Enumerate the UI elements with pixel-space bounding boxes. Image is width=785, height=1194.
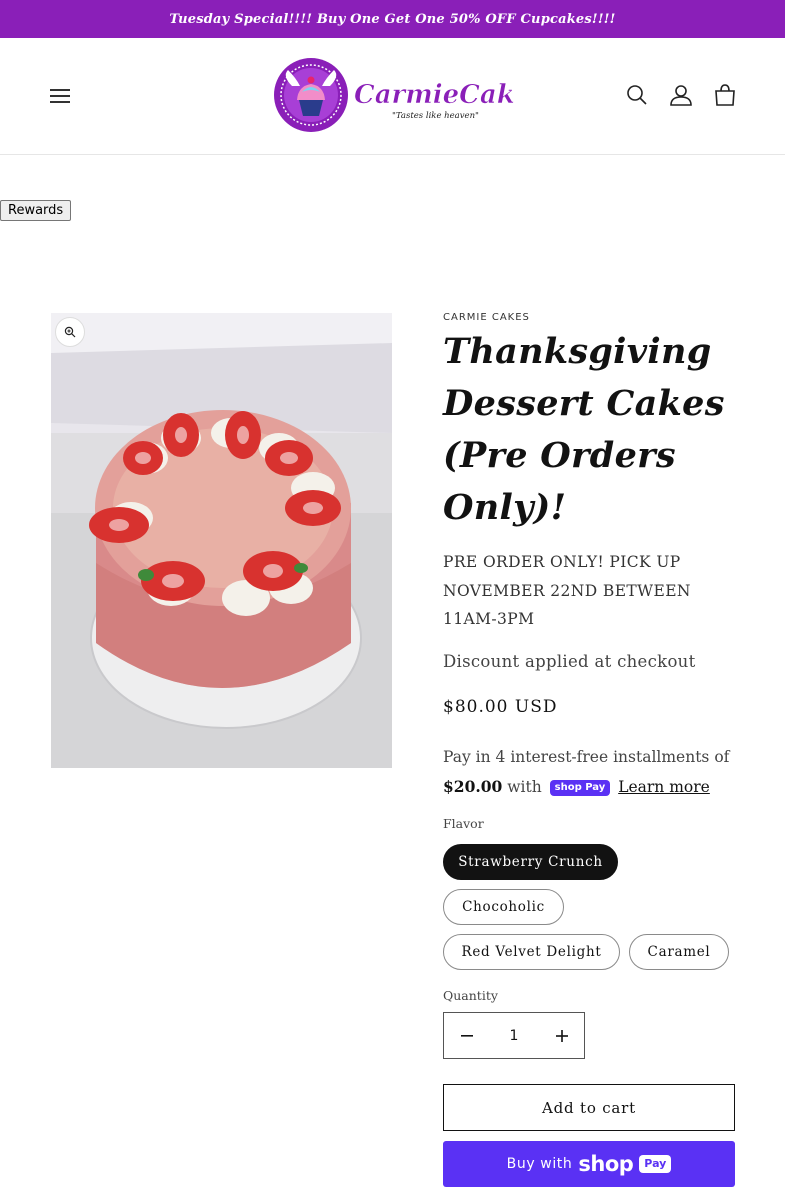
shoppay-badge: shop Pay [549, 780, 611, 796]
installment-amount: $20.00 [443, 777, 503, 796]
announcement-text: Tuesday Special!!!! Buy One Get One 50% … [169, 11, 616, 27]
quantity-label: Quantity [443, 988, 498, 1003]
shop-wordmark: shop [578, 1152, 634, 1176]
product-image[interactable] [51, 313, 392, 768]
minus-icon [460, 1034, 473, 1037]
installments-with: with [507, 778, 542, 796]
pay-badge: Pay [639, 1155, 672, 1173]
plus-icon [555, 1029, 568, 1042]
flavor-option-red-velvet-delight[interactable]: Red Velvet Delight [443, 934, 620, 970]
product-title: Thanksgiving Dessert Cakes (Pre Orders O… [443, 331, 725, 528]
zoom-icon[interactable] [55, 317, 85, 347]
quantity-increase-button[interactable] [539, 1013, 584, 1058]
discount-note: Discount applied at checkout [443, 652, 696, 671]
cart-icon[interactable] [712, 82, 738, 108]
cake-photo [51, 313, 392, 768]
account-icon[interactable] [668, 82, 694, 108]
svg-text:"Tastes like heaven": "Tastes like heaven" [392, 111, 479, 121]
svg-text:CarmieCakes: CarmieCakes [354, 80, 514, 110]
product-price: $80.00 USD [443, 697, 558, 717]
installments-prefix: Pay in 4 interest-free installments of [443, 748, 730, 766]
flavor-option-chocoholic[interactable]: Chocoholic [443, 889, 564, 925]
quantity-input[interactable] [489, 1027, 539, 1044]
product-vendor: CARMIE CAKES [443, 312, 530, 323]
store-logo[interactable]: CarmieCakes "Tastes like heaven" [272, 56, 514, 134]
menu-icon[interactable] [44, 80, 76, 112]
flavor-label: Flavor [443, 816, 484, 831]
site-header: CarmieCakes "Tastes like heaven" [0, 38, 785, 155]
learn-more-link[interactable]: Learn more [618, 778, 710, 796]
add-to-cart-button[interactable]: Add to cart [443, 1084, 735, 1131]
announcement-bar: Tuesday Special!!!! Buy One Get One 50% … [0, 0, 785, 38]
quantity-stepper [443, 1012, 585, 1059]
quantity-decrease-button[interactable] [444, 1013, 489, 1058]
rewards-button[interactable]: Rewards [0, 200, 72, 221]
preorder-note: PRE ORDER ONLY! PICK UP NOVEMBER 22ND BE… [443, 553, 691, 628]
search-icon[interactable] [624, 82, 650, 108]
buy-with-shoppay-button[interactable]: Buy with shop Pay [443, 1141, 735, 1187]
flavor-option-caramel[interactable]: Caramel [629, 934, 729, 970]
installments-note: Pay in 4 interest-free installments of $… [443, 743, 743, 802]
flavor-option-strawberry-crunch[interactable]: Strawberry Crunch [443, 844, 618, 880]
buy-with-label: Buy with [506, 1156, 573, 1172]
